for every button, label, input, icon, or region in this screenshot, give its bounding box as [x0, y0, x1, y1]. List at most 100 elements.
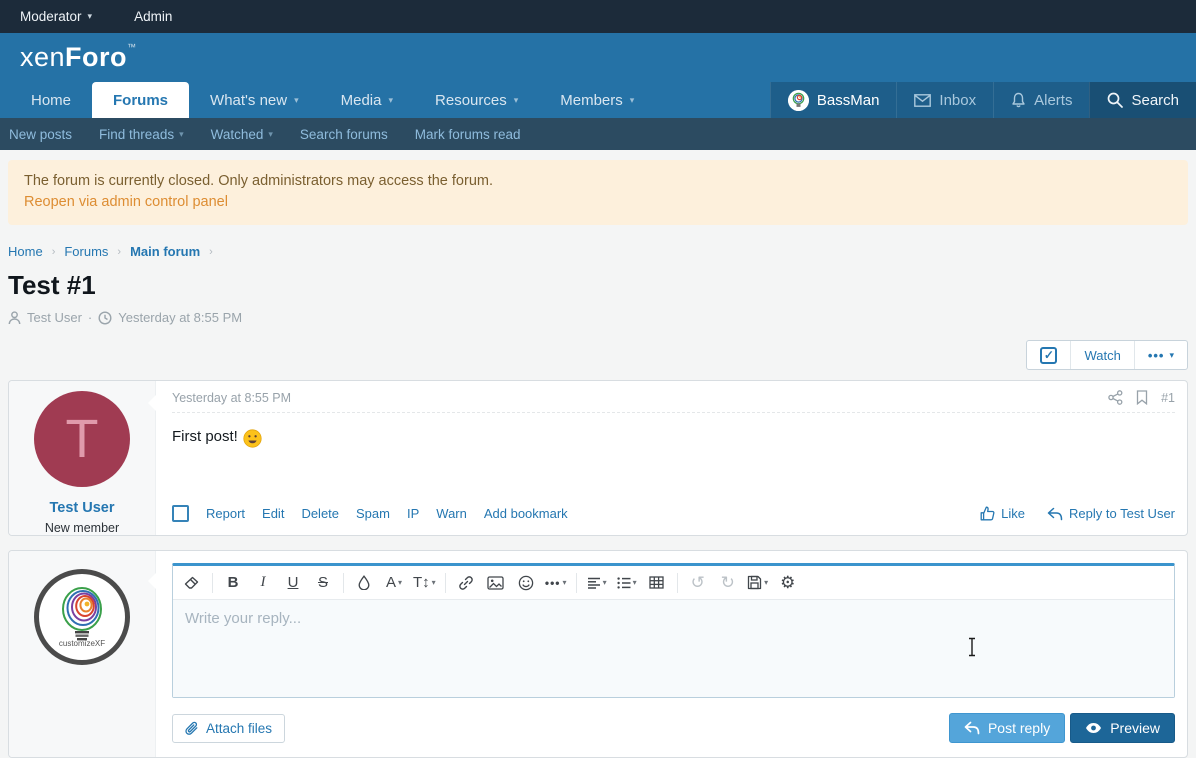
- rich-text-editor: B I U S A ▾ T↕: [172, 563, 1175, 698]
- align-left-icon: [587, 577, 601, 589]
- bookmark-icon[interactable]: [1136, 390, 1148, 405]
- text-color-button[interactable]: [349, 570, 379, 596]
- post-author-title: New member: [9, 521, 155, 535]
- delete-link[interactable]: Delete: [301, 506, 339, 521]
- message-pointer: [148, 394, 157, 412]
- nav-tab-members[interactable]: Members ▾: [539, 82, 655, 118]
- insert-image-button[interactable]: [481, 570, 511, 596]
- bell-icon: [1011, 92, 1026, 108]
- moderator-menu-label: Moderator: [20, 9, 82, 24]
- chevron-down-icon: ▾: [603, 578, 607, 587]
- font-size-button[interactable]: T↕ ▾: [409, 570, 440, 596]
- avatar[interactable]: T: [34, 391, 130, 487]
- reply-arrow-icon: [964, 721, 980, 735]
- site-header: xenForo™ Home Forums What's new ▾ Media …: [0, 33, 1196, 118]
- smilies-button[interactable]: [511, 570, 541, 596]
- spam-link[interactable]: Spam: [356, 506, 390, 521]
- reply-author-cell: customizeXF: [9, 551, 156, 757]
- main-nav: Home Forums What's new ▾ Media ▾ Resourc…: [0, 82, 1196, 118]
- insert-link-button[interactable]: [451, 570, 481, 596]
- add-bookmark-link[interactable]: Add bookmark: [484, 506, 568, 521]
- breadcrumb-separator: ›: [209, 246, 213, 258]
- nav-tab-resources[interactable]: Resources ▾: [414, 82, 539, 118]
- chevron-down-icon: ▾: [630, 95, 635, 106]
- alerts-button[interactable]: Alerts: [993, 82, 1089, 118]
- breadcrumb-separator: ›: [117, 246, 121, 258]
- insert-table-button[interactable]: [642, 570, 672, 596]
- select-post-checkbox[interactable]: [172, 505, 189, 522]
- thread-author[interactable]: Test User: [27, 310, 82, 325]
- text-align-button[interactable]: ▾: [582, 570, 612, 596]
- breadcrumb-home[interactable]: Home: [8, 244, 43, 259]
- admin-link[interactable]: Admin: [134, 9, 172, 24]
- undo-button[interactable]: ↺: [683, 570, 713, 596]
- subnav-search-forums[interactable]: Search forums: [300, 127, 388, 142]
- strikethrough-button[interactable]: S: [308, 570, 338, 596]
- remove-formatting-button[interactable]: [177, 570, 207, 596]
- more-formatting-button[interactable]: ••• ▾: [541, 570, 571, 596]
- select-all-posts-checkbox[interactable]: ✓: [1027, 341, 1070, 369]
- font-family-button[interactable]: A ▾: [379, 570, 409, 596]
- post-reply-button[interactable]: Post reply: [949, 713, 1065, 743]
- paperclip-icon: [185, 721, 199, 736]
- preview-button[interactable]: Preview: [1070, 713, 1175, 743]
- reopen-admin-link[interactable]: Reopen via admin control panel: [24, 192, 1172, 213]
- redo-button[interactable]: ↻: [713, 570, 743, 596]
- ellipsis-icon: •••: [1148, 348, 1165, 363]
- breadcrumb-main-forum[interactable]: Main forum: [130, 244, 200, 259]
- italic-button[interactable]: I: [248, 570, 278, 596]
- bold-button[interactable]: B: [218, 570, 248, 596]
- nav-tab-home[interactable]: Home: [10, 82, 92, 118]
- share-icon[interactable]: [1108, 390, 1123, 405]
- reply-textarea[interactable]: Write your reply...: [173, 600, 1174, 697]
- post-author-name[interactable]: Test User: [9, 500, 155, 516]
- editor-toolbar: B I U S A ▾ T↕: [173, 566, 1174, 600]
- ip-link[interactable]: IP: [407, 506, 419, 521]
- more-options-button[interactable]: ••• ▾: [1134, 341, 1187, 369]
- report-link[interactable]: Report: [206, 506, 245, 521]
- post-date[interactable]: Yesterday at 8:55 PM: [172, 391, 291, 405]
- attach-files-button[interactable]: Attach files: [172, 714, 285, 743]
- edit-link[interactable]: Edit: [262, 506, 284, 521]
- thread-controls: ✓ Watch ••• ▾: [8, 340, 1188, 370]
- subnav-new-posts[interactable]: New posts: [9, 127, 72, 142]
- thread-date[interactable]: Yesterday at 8:55 PM: [118, 310, 242, 325]
- chevron-down-icon: ▾: [268, 129, 273, 140]
- breadcrumb-forums[interactable]: Forums: [64, 244, 108, 259]
- like-button[interactable]: Like: [980, 506, 1025, 521]
- chevron-down-icon: ▾: [388, 95, 393, 106]
- chevron-down-icon: ▾: [88, 11, 93, 22]
- editor-settings-button[interactable]: ⚙: [773, 570, 803, 596]
- thumbs-up-icon: [980, 506, 995, 521]
- lightbulb-logo: [57, 587, 107, 643]
- post-number[interactable]: #1: [1161, 391, 1175, 405]
- admin-link-label: Admin: [134, 9, 172, 24]
- nav-tab-whats-new[interactable]: What's new ▾: [189, 82, 320, 118]
- warn-link[interactable]: Warn: [436, 506, 467, 521]
- breadcrumb: Home › Forums › Main forum ›: [8, 244, 1188, 259]
- underline-button[interactable]: U: [278, 570, 308, 596]
- chevron-down-icon: ▾: [633, 578, 637, 587]
- nav-tab-media[interactable]: Media ▾: [320, 82, 414, 118]
- reply-button[interactable]: Reply to Test User: [1047, 506, 1175, 521]
- subnav-mark-forums-read[interactable]: Mark forums read: [415, 127, 521, 142]
- avatar[interactable]: customizeXF: [34, 569, 130, 665]
- moderator-menu[interactable]: Moderator ▾: [20, 9, 92, 24]
- xenforo-logo[interactable]: xenForo™: [20, 42, 137, 73]
- admin-bar: Moderator ▾ Admin: [0, 0, 1196, 33]
- drafts-button[interactable]: ▾: [743, 570, 773, 596]
- chevron-down-icon: ▾: [294, 95, 299, 106]
- account-username: BassMan: [817, 92, 880, 109]
- inbox-button[interactable]: Inbox: [896, 82, 993, 118]
- list-button[interactable]: ▾: [612, 570, 642, 596]
- sub-nav: New posts Find threads ▾ Watched ▾ Searc…: [0, 118, 1196, 150]
- forum-closed-notice: The forum is currently closed. Only admi…: [8, 160, 1188, 225]
- droplet-icon: [358, 575, 370, 590]
- account-menu[interactable]: BassMan: [770, 82, 897, 118]
- subnav-find-threads[interactable]: Find threads ▾: [99, 127, 184, 142]
- page-title: Test #1: [8, 270, 1188, 301]
- nav-tab-forums[interactable]: Forums: [92, 82, 189, 118]
- search-button[interactable]: Search: [1089, 82, 1196, 118]
- watch-button[interactable]: Watch: [1070, 341, 1133, 369]
- subnav-watched[interactable]: Watched ▾: [211, 127, 273, 142]
